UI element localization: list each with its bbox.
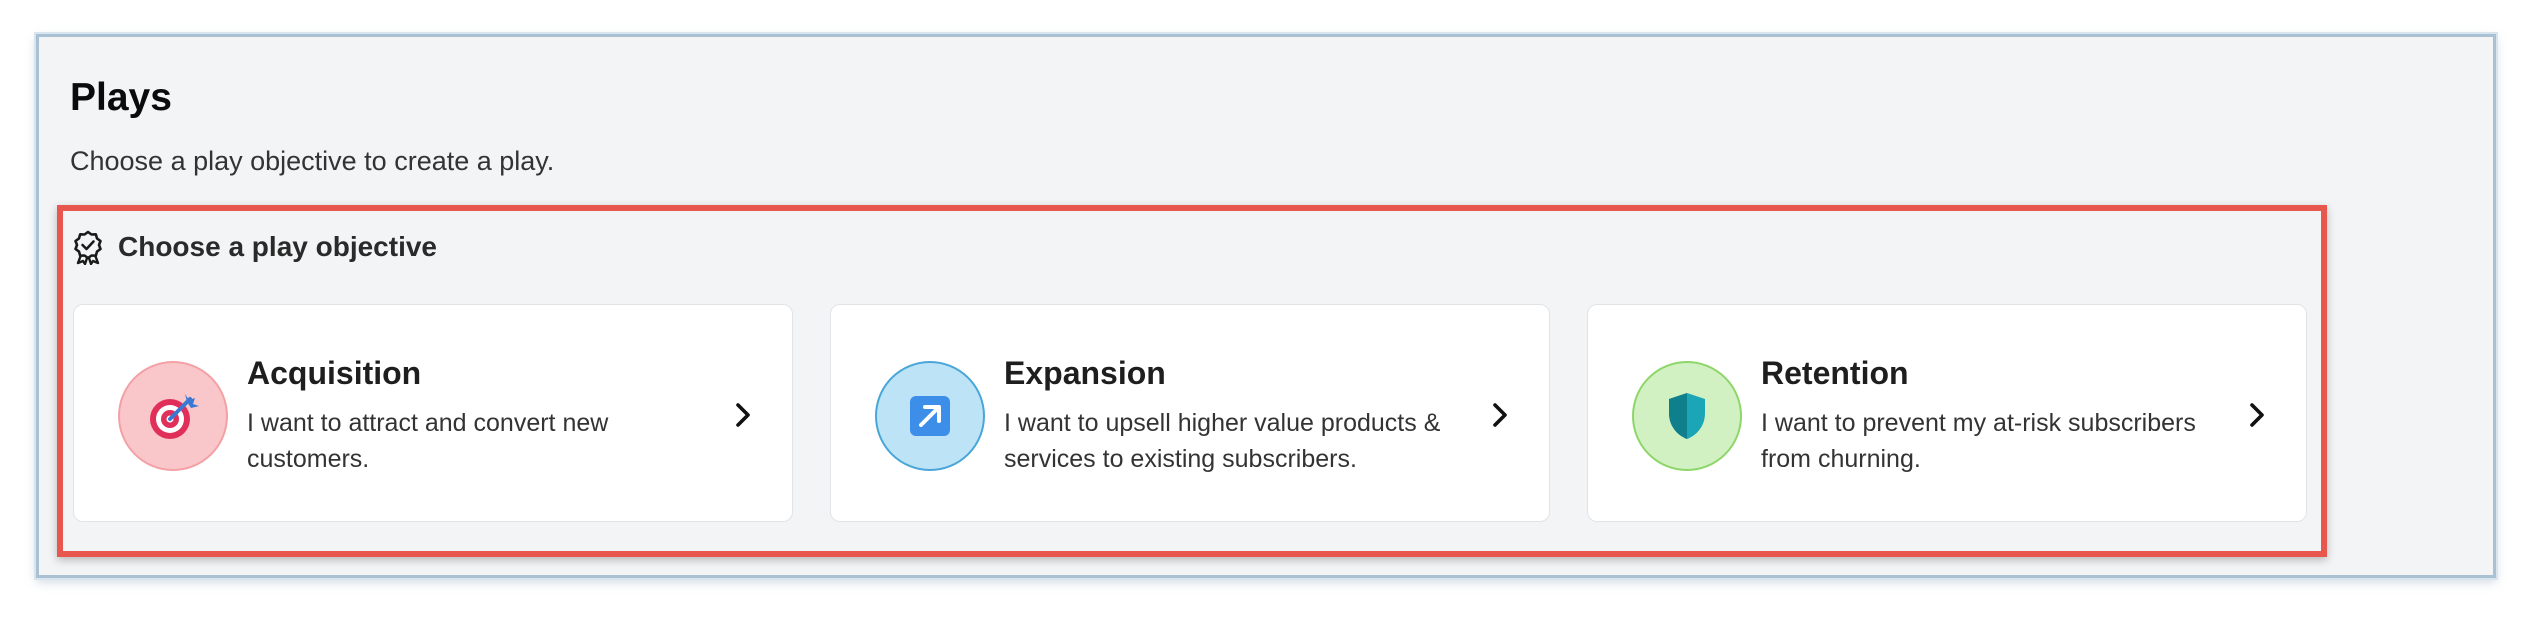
card-description: I want to attract and convert new custom… [247,409,609,473]
objective-card-acquisition[interactable]: Acquisition I want to attract and conver… [73,304,793,522]
chevron-right-icon [732,401,754,429]
card-description: I want to prevent my at-risk subscribers… [1761,409,2196,473]
award-badge-icon [72,229,104,265]
card-title: Expansion [1004,355,1166,391]
chevron-right-icon [1489,401,1511,429]
card-description: I want to upsell higher value products &… [1004,409,1441,473]
section-title: Choose a play objective [118,231,437,262]
section-header: Choose a play objective [72,229,437,265]
page-subtitle: Choose a play objective to create a play… [70,146,555,176]
plays-panel: Plays Choose a play objective to create … [36,34,2496,578]
arrow-up-right-icon [875,361,985,471]
card-title: Retention [1761,355,1909,391]
chevron-right-icon [2246,401,2268,429]
shield-icon [1632,361,1742,471]
page-title: Plays [70,76,172,119]
objective-section-highlight: Choose a play objective Acquisition I wa… [57,205,2327,557]
objective-card-retention[interactable]: Retention I want to prevent my at-risk s… [1587,304,2307,522]
objective-card-expansion[interactable]: Expansion I want to upsell higher value … [830,304,1550,522]
target-icon [118,361,228,471]
card-title: Acquisition [247,355,422,391]
